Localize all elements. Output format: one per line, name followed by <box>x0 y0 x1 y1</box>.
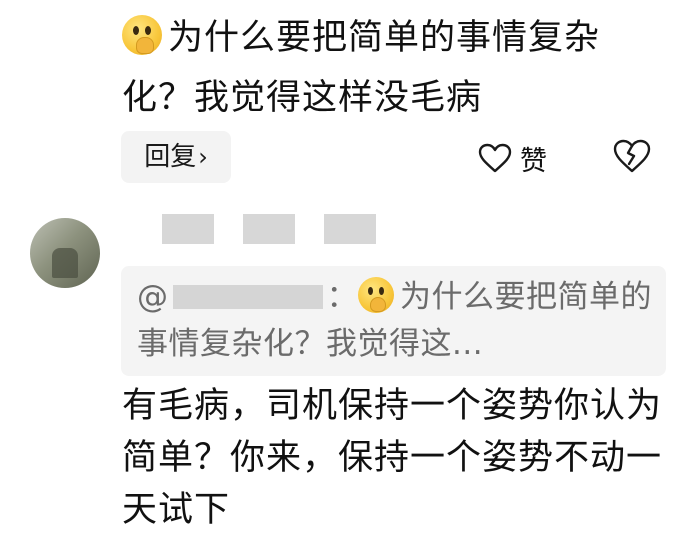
username-mosaic-block <box>324 214 376 244</box>
username-mosaic-block <box>243 214 295 244</box>
quoted-comment[interactable]: @：为什么要把简单的事情复杂化？我觉得这... <box>121 266 666 376</box>
like-label: 赞 <box>520 145 547 177</box>
quote-at-sign: @ <box>137 279 169 315</box>
heart-icon <box>478 143 512 173</box>
reply-button[interactable]: 回复› <box>121 131 231 183</box>
username-mosaic-block <box>162 214 214 244</box>
reply-button-label: 回复 <box>144 142 197 172</box>
top-comment-text: 为什么要把简单的事情复杂化？我觉得这样没毛病 <box>122 18 601 118</box>
like-button[interactable]: 赞 <box>478 136 547 180</box>
dislike-button[interactable] <box>612 138 652 178</box>
avatar[interactable] <box>30 218 100 288</box>
chevron-right-icon: › <box>198 143 208 171</box>
thinking-face-emoji-icon <box>358 277 394 313</box>
thinking-face-emoji-icon <box>122 15 162 55</box>
quoted-username-mosaic <box>172 285 323 309</box>
quoted-comment-text-block: @：为什么要把简单的事情复杂化？我觉得这... <box>137 274 657 368</box>
broken-heart-icon <box>613 139 651 173</box>
top-comment-text-block: 为什么要把简单的事情复杂化？我觉得这样没毛病 <box>122 8 662 128</box>
quote-separator: ： <box>326 279 358 315</box>
reply-comment-text: 有毛病，司机保持一个姿势你认为简单？你来，保持一个姿势不动一天试下 <box>122 386 663 530</box>
